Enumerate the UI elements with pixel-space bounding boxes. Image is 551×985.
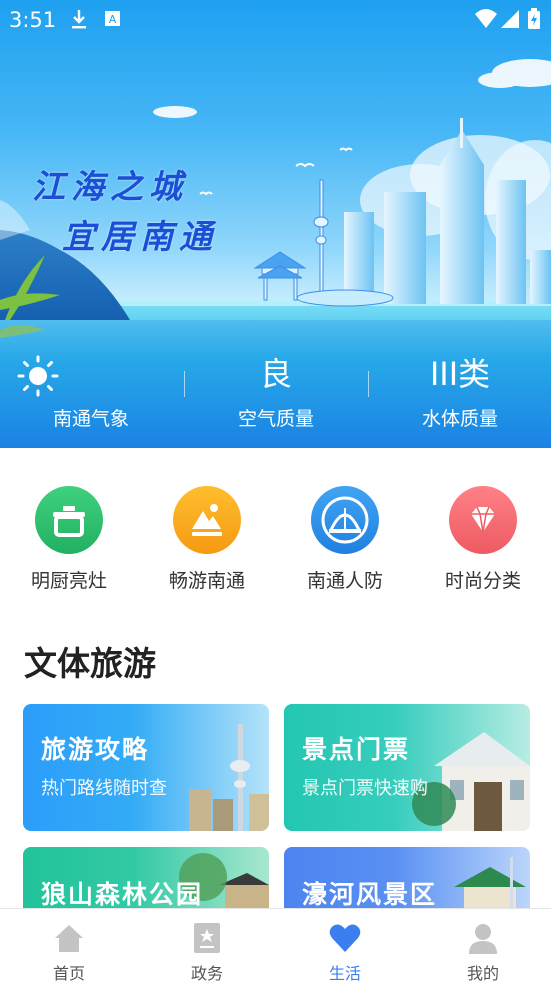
metric-air-quality-label: 空气质量 — [237, 408, 314, 430]
diamond-icon — [449, 486, 517, 554]
card-tickets-subtitle: 景点门票快速购 — [302, 778, 428, 799]
metric-water-quality[interactable]: III类 水体质量 — [385, 352, 535, 432]
heart-icon — [328, 921, 362, 955]
service-tour[interactable]: 畅游南通 — [147, 486, 267, 593]
status-bar: 3:51 A — [0, 0, 551, 40]
shelter-icon — [311, 486, 379, 554]
metric-air-quality[interactable]: 良 空气质量 — [201, 352, 351, 432]
card-tickets[interactable]: 景点门票 景点门票快速购 — [284, 704, 530, 831]
tab-life-label: 生活 — [328, 964, 361, 983]
service-tour-label: 畅游南通 — [168, 570, 245, 592]
government-icon — [190, 921, 224, 955]
metric-water-quality-value: III类 — [429, 355, 491, 393]
tab-life[interactable]: 生活 — [285, 909, 405, 985]
service-garbage-sort-label: 时尚分类 — [444, 570, 521, 592]
home-icon — [52, 921, 86, 955]
sun-icon — [16, 352, 166, 397]
life-page: 3:51 A 江海之城 宜居南通 南通气象 良 空气质量 III类 水体质量 明… — [0, 0, 551, 985]
museum-illustration — [412, 732, 530, 831]
metric-water-quality-label: 水体质量 — [421, 408, 498, 430]
tab-government-label: 政务 — [190, 964, 223, 983]
pot-icon — [35, 486, 103, 554]
hero-banner[interactable]: 3:51 A 江海之城 宜居南通 南通气象 良 空气质量 III类 水体质量 — [0, 0, 551, 448]
metric-air-quality-value: 良 — [259, 355, 292, 393]
card-travel-guide-subtitle: 热门路线随时查 — [41, 778, 167, 799]
service-civil-defense-label: 南通人防 — [306, 570, 383, 592]
mountain-icon — [173, 486, 241, 554]
metric-weather-label: 南通气象 — [52, 408, 129, 430]
service-kitchen-label: 明厨亮灶 — [30, 570, 107, 592]
user-icon — [466, 921, 500, 955]
card-haohe-scenic[interactable]: 濠河风景区 — [284, 847, 530, 917]
service-garbage-sort[interactable]: 时尚分类 — [423, 486, 543, 593]
status-time: 3:51 — [9, 8, 57, 32]
banner-slogan-line2: 宜居南通 — [62, 217, 218, 256]
section-title: 文体旅游 — [24, 644, 156, 683]
tab-home-label: 首页 — [52, 964, 85, 983]
card-tickets-title: 景点门票 — [302, 735, 411, 764]
metric-divider — [368, 371, 369, 397]
metric-weather[interactable]: 南通气象 — [16, 352, 166, 432]
service-civil-defense[interactable]: 南通人防 — [285, 486, 405, 593]
tower-illustration — [189, 724, 269, 831]
bottom-tab-bar: 首页 政务 生活 我的 — [0, 908, 551, 985]
card-travel-guide-title: 旅游攻略 — [41, 735, 150, 764]
card-langshan-park-title: 狼山森林公园 — [41, 880, 204, 909]
service-kitchen[interactable]: 明厨亮灶 — [9, 486, 129, 593]
tab-mine[interactable]: 我的 — [423, 909, 543, 985]
card-langshan-park[interactable]: 狼山森林公园 — [23, 847, 269, 917]
tab-government[interactable]: 政务 — [147, 909, 267, 985]
svg-text:A: A — [109, 13, 117, 26]
tab-mine-label: 我的 — [466, 964, 499, 983]
card-haohe-scenic-title: 濠河风景区 — [302, 880, 438, 909]
banner-slogan-line1: 江海之城 — [32, 167, 188, 206]
metric-divider — [184, 371, 185, 397]
tab-home[interactable]: 首页 — [9, 909, 129, 985]
card-travel-guide[interactable]: 旅游攻略 热门路线随时查 — [23, 704, 269, 831]
